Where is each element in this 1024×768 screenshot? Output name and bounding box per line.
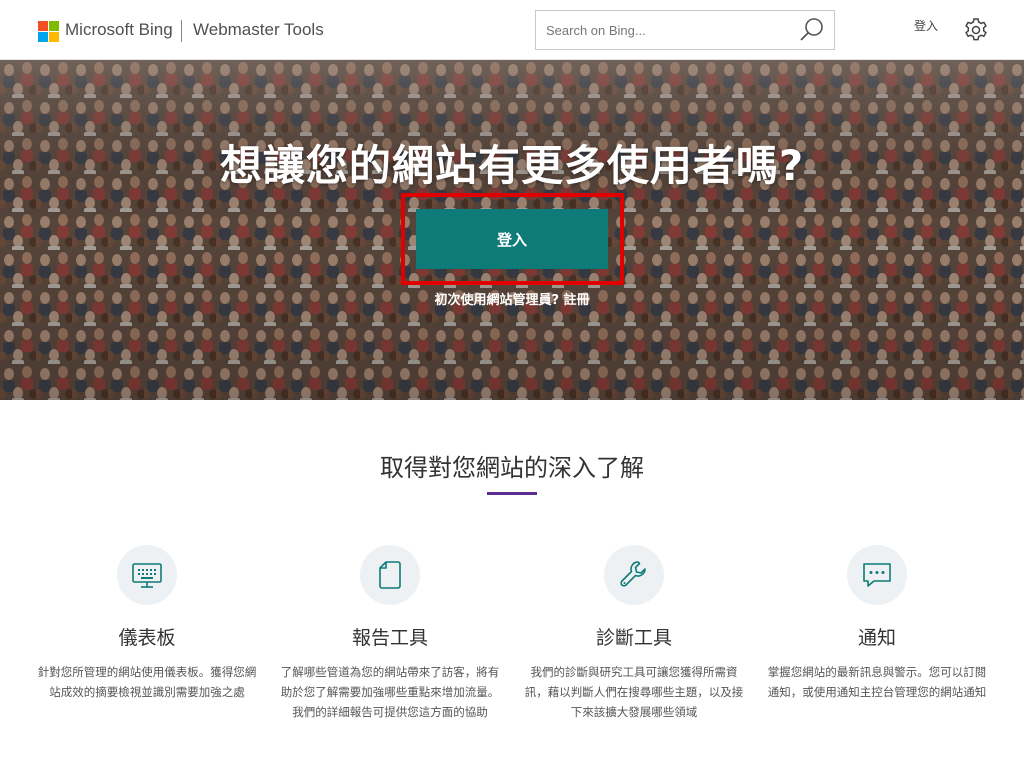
search-icon xyxy=(800,18,823,41)
feature-title: 儀表板 xyxy=(118,627,176,649)
search-button[interactable] xyxy=(796,15,828,45)
search-box xyxy=(535,10,835,50)
product-name[interactable]: Webmaster Tools xyxy=(193,20,324,40)
microsoft-logo-icon[interactable] xyxy=(38,21,60,43)
feature-notifications: 通知 掌握您網站的最新訊息與警示。您可以訂閱通知，或使用通知主控台管理您的網站通… xyxy=(762,545,992,702)
register-link[interactable]: 註冊 xyxy=(564,293,590,308)
feature-description: 了解哪些管道為您的網站帶來了訪客，將有助於您了解需要加強哪些重點來增加流量。我們… xyxy=(280,665,500,719)
feature-title: 通知 xyxy=(857,627,896,649)
feature-title: 診斷工具 xyxy=(595,627,672,649)
wrench-icon xyxy=(604,545,664,605)
hero-title: 想讓您的網站有更多使用者嗎? xyxy=(219,141,805,190)
signin-button[interactable]: 登入 xyxy=(416,209,608,269)
feature-reports: 報告工具 了解哪些管道為您的網站帶來了訪客，將有助於您了解需要加強哪些重點來增加… xyxy=(275,545,505,722)
feature-description: 我們的診斷與研究工具可讓您獲得所需資訊，藉以判斷人們在搜尋哪些主題，以及接下來該… xyxy=(524,665,744,719)
feature-dashboard: 儀表板 針對您所管理的網站使用儀表板。獲得您網站成效的摘要檢視並識別需要加強之處 xyxy=(32,545,262,702)
register-line: 初次使用網站管理員? 註冊 xyxy=(0,289,1024,308)
settings-button[interactable] xyxy=(963,17,989,43)
register-prompt: 初次使用網站管理員? xyxy=(434,293,559,308)
top-header: Microsoft Bing Webmaster Tools 登入 xyxy=(0,0,1024,60)
header-login-link[interactable]: 登入 xyxy=(914,17,938,34)
gear-icon xyxy=(965,18,987,41)
feature-diagnostics: 診斷工具 我們的診斷與研究工具可讓您獲得所需資訊，藉以判斷人們在搜尋哪些主題，以… xyxy=(519,545,749,722)
chat-bubble-icon xyxy=(847,545,907,605)
section-title: 取得對您網站的深入了解 xyxy=(380,454,644,482)
feature-description: 掌握您網站的最新訊息與警示。您可以訂閱通知，或使用通知主控台管理您的網站通知 xyxy=(767,665,987,699)
search-input[interactable] xyxy=(536,11,786,49)
section-underline xyxy=(487,492,537,495)
brand-name[interactable]: Microsoft Bing xyxy=(65,20,173,40)
report-document-icon xyxy=(360,545,420,605)
feature-description: 針對您所管理的網站使用儀表板。獲得您網站成效的摘要檢視並識別需要加強之處 xyxy=(37,665,257,699)
dashboard-monitor-icon xyxy=(117,545,177,605)
feature-title: 報告工具 xyxy=(351,627,428,649)
brand-divider xyxy=(181,20,182,42)
hero-banner: 想讓您的網站有更多使用者嗎? 登入 初次使用網站管理員? 註冊 xyxy=(0,60,1024,400)
